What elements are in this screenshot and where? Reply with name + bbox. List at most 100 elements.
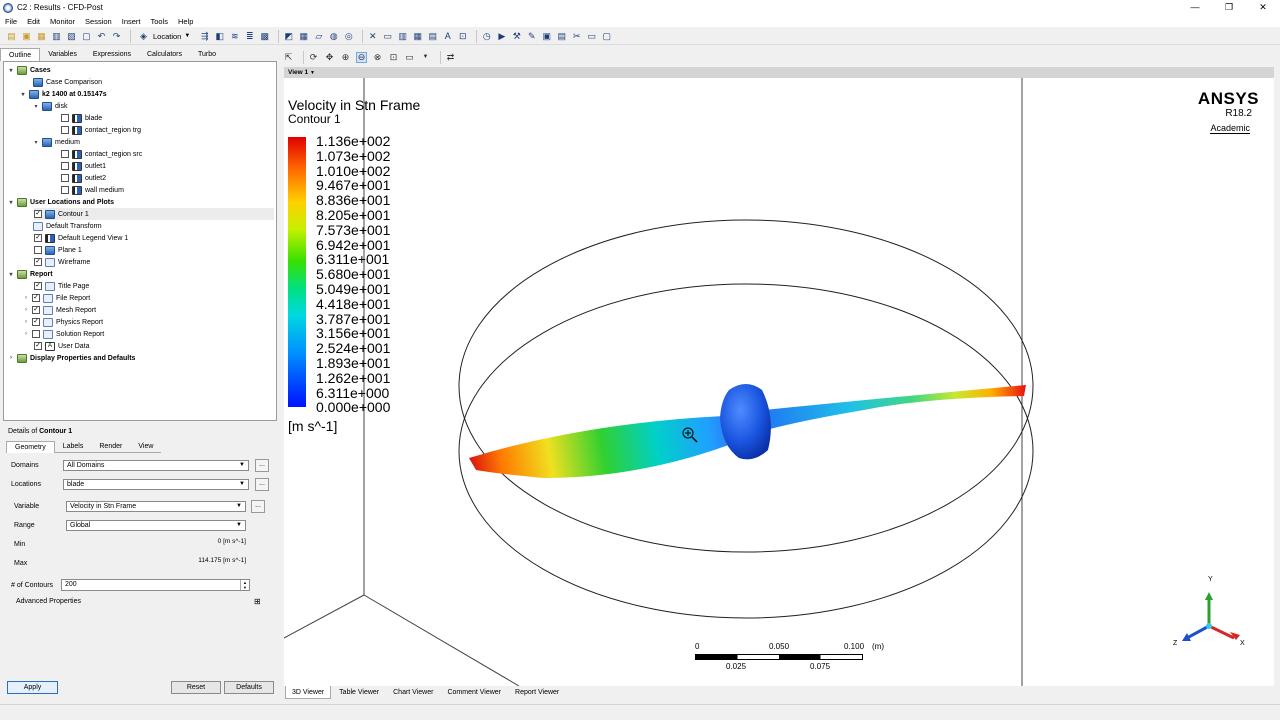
load-state-icon[interactable]: ▤ (6, 31, 17, 42)
expand-plus-icon[interactable]: ⊞ (254, 597, 261, 606)
visibility-checkbox[interactable]: ✓ (32, 318, 40, 326)
minimize-button[interactable]: — (1178, 0, 1212, 15)
tree-node-contact-region-src[interactable]: contact_region src (61, 148, 142, 160)
visibility-checkbox[interactable]: ✓ (34, 342, 42, 350)
case-comparison-icon[interactable]: ▭ (586, 31, 597, 42)
spinner-arrows-icon[interactable]: ▲ ▼ (240, 580, 249, 590)
3d-viewport[interactable]: Velocity in Stn Frame Contour 1 1.136e+0… (284, 78, 1274, 686)
redo-icon[interactable]: ↷ (111, 31, 122, 42)
zoom-box-icon[interactable]: ⊖ (356, 51, 367, 63)
tab-expressions[interactable]: Expressions (85, 48, 139, 61)
print-icon[interactable]: ▧ (66, 31, 77, 42)
menu-session[interactable]: Session (85, 17, 112, 26)
tree-node-physics-report[interactable]: › ✓ Physics Report (22, 316, 103, 328)
synchronize-views-icon[interactable]: ⇄ (445, 52, 456, 63)
color-map-icon[interactable]: ▥ (397, 31, 408, 42)
visibility-checkbox[interactable] (61, 114, 69, 122)
menu-edit[interactable]: Edit (27, 17, 40, 26)
menu-file[interactable]: File (5, 17, 17, 26)
timestep-clock-icon[interactable]: ◷ (481, 31, 492, 42)
collapse-icon[interactable]: ▾ (7, 67, 15, 74)
expand-icon[interactable]: › (22, 295, 30, 301)
undo-icon[interactable]: ↶ (96, 31, 107, 42)
tree-node-wireframe[interactable]: ✓ Wireframe (34, 256, 90, 268)
visibility-checkbox[interactable]: ✓ (32, 294, 40, 302)
locations-browse-button[interactable]: ... (255, 478, 269, 491)
view-selector[interactable]: View 1 ▼ (284, 67, 1274, 78)
mesh-calculator-icon[interactable]: ✂ (571, 31, 582, 42)
tree-node-case[interactable]: ▾ k2 1400 at 0.15147s (19, 88, 107, 100)
tab-labels[interactable]: Labels (54, 441, 92, 453)
animation-icon[interactable]: ▶ (496, 31, 507, 42)
tree-node-outlet2[interactable]: outlet2 (61, 172, 106, 184)
range-select[interactable]: Global ▼ (66, 520, 246, 531)
visibility-checkbox[interactable] (61, 186, 69, 194)
visibility-checkbox[interactable]: ✓ (34, 234, 42, 242)
probe-icon[interactable]: ✎ (526, 31, 537, 42)
isosurface-icon[interactable]: ◩ (283, 31, 294, 42)
visibility-checkbox[interactable] (61, 162, 69, 170)
instance-transform-icon[interactable]: ✕ (367, 31, 378, 42)
collapse-icon[interactable]: ▾ (19, 91, 27, 98)
tree-node-default-legend[interactable]: ✓ Default Legend View 1 (34, 232, 128, 244)
open-results-icon[interactable]: ▣ (21, 31, 32, 42)
tab-3d-viewer[interactable]: 3D Viewer (285, 686, 332, 699)
advanced-properties-label[interactable]: Advanced Properties (16, 598, 81, 605)
expand-icon[interactable]: › (22, 331, 30, 337)
expand-icon[interactable]: › (22, 307, 30, 313)
clip-plane-icon[interactable]: ▭ (382, 31, 393, 42)
tree-node-outlet1[interactable]: outlet1 (61, 160, 106, 172)
tree-node-plane-1[interactable]: Plane 1 (34, 244, 82, 256)
tab-outline[interactable]: Outline (0, 48, 41, 61)
domains-select[interactable]: All Domains ▼ (63, 460, 249, 471)
tab-render[interactable]: Render (91, 441, 131, 453)
surface-of-revolution-icon[interactable]: ◎ (343, 31, 354, 42)
tree-node-display-properties[interactable]: › Display Properties and Defaults (7, 352, 135, 364)
surface-group-icon[interactable]: ▦ (298, 31, 309, 42)
visibility-checkbox[interactable] (61, 150, 69, 158)
tree-node-contour-1[interactable]: ✓ Contour 1 (34, 208, 274, 220)
tree-node-file-report[interactable]: › ✓ File Report (22, 292, 90, 304)
tree-node-user-data[interactable]: ✓ A User Data (34, 340, 90, 352)
pan-icon[interactable]: ✥ (324, 52, 335, 63)
particle-track-icon[interactable]: ≣ (244, 31, 255, 42)
rotate-icon[interactable]: ⟳ (308, 52, 319, 63)
tree-node-title-page[interactable]: ✓ Title Page (34, 280, 89, 292)
visibility-checkbox[interactable] (61, 174, 69, 182)
tab-table-viewer[interactable]: Table Viewer (333, 686, 385, 699)
legend-icon[interactable]: ▤ (427, 31, 438, 42)
visibility-checkbox[interactable] (32, 330, 40, 338)
maximize-button[interactable]: ❐ (1212, 0, 1246, 15)
expand-icon[interactable]: › (22, 319, 30, 325)
collapse-icon[interactable]: ▾ (32, 103, 40, 110)
turbo-surface-icon[interactable]: ◍ (328, 31, 339, 42)
collapse-icon[interactable]: ▾ (7, 199, 15, 206)
tab-chart-viewer[interactable]: Chart Viewer (387, 686, 439, 699)
zoom-icon[interactable]: ⊕ (340, 52, 351, 63)
quick-editor-icon[interactable]: ⚒ (511, 31, 522, 42)
locations-select[interactable]: blade ▼ (63, 479, 249, 490)
collapse-icon[interactable]: ▾ (32, 139, 40, 146)
fit-view-icon[interactable]: ⊡ (388, 52, 399, 63)
tree-node-blade[interactable]: blade (61, 112, 102, 124)
close-button[interactable]: ✕ (1246, 0, 1280, 15)
tree-node-wall-medium[interactable]: wall medium (61, 184, 124, 196)
vector-icon[interactable]: ⇶ (199, 31, 210, 42)
menu-help[interactable]: Help (178, 17, 193, 26)
visibility-checkbox[interactable]: ✓ (34, 210, 42, 218)
location-dropdown[interactable]: ◈ Location ▼ (135, 30, 193, 43)
menu-insert[interactable]: Insert (122, 17, 141, 26)
tab-comment-viewer[interactable]: Comment Viewer (441, 686, 507, 699)
select-pointer-icon[interactable]: ⇱ (283, 52, 294, 63)
tree-node-contact-region-trg[interactable]: contact_region trg (61, 124, 141, 136)
tree-node-medium[interactable]: ▾ medium (32, 136, 80, 148)
variable-browse-button[interactable]: ... (251, 500, 265, 513)
tree-node-default-transform[interactable]: Default Transform (33, 220, 102, 232)
plane-icon[interactable]: ▱ (313, 31, 324, 42)
reset-button[interactable]: Reset (171, 681, 221, 694)
contour-icon[interactable]: ◧ (214, 31, 225, 42)
copy-icon[interactable]: ▢ (81, 31, 92, 42)
tree-node-solution-report[interactable]: › Solution Report (22, 328, 104, 340)
volume-rendering-icon[interactable]: ▩ (259, 31, 270, 42)
command-editor-icon[interactable]: ▢ (601, 31, 612, 42)
